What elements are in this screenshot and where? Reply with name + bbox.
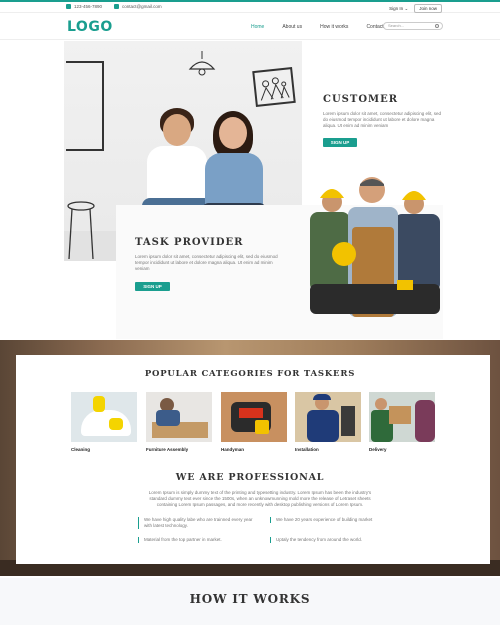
sketch-lamp-icon xyxy=(188,51,216,76)
category-handyman[interactable]: Handyman xyxy=(221,392,287,452)
email-contact[interactable]: contact@gmail.com xyxy=(114,4,162,9)
customer-description: Lorem ipsum dolor sit amet, consectetur … xyxy=(323,111,442,128)
header: LOGO Home About us How it works Contact … xyxy=(0,13,500,40)
nav-how-it-works[interactable]: How it works xyxy=(320,24,348,30)
workers-photo xyxy=(310,177,440,317)
join-now-button[interactable]: Join now xyxy=(414,4,442,13)
category-label: Cleaning xyxy=(71,447,91,452)
search-icon[interactable] xyxy=(435,24,439,28)
top-bar: 123-456-7890 contact@gmail.com Sign In ⌄… xyxy=(0,0,500,13)
contact-info: 123-456-7890 contact@gmail.com xyxy=(66,4,162,9)
furniture-image xyxy=(146,392,212,442)
category-label: Handyman xyxy=(221,447,245,452)
category-furniture-assembly[interactable]: Furniture Assembly xyxy=(146,392,212,452)
task-provider-signup-button[interactable]: SIGN UP xyxy=(135,282,170,291)
customer-title: CUSTOMER xyxy=(323,94,399,105)
sketch-picture-frame xyxy=(252,67,296,107)
sign-in-link[interactable]: Sign In ⌄ xyxy=(389,6,408,12)
search-placeholder: Search... xyxy=(388,23,405,28)
delivery-image xyxy=(369,392,435,442)
task-provider-title: TASK PROVIDER xyxy=(135,237,244,248)
cleaning-image xyxy=(71,392,137,442)
feature-item: We have high quality labe who are trainn… xyxy=(138,517,258,529)
sketch-stool xyxy=(67,201,95,260)
category-label: Installation xyxy=(295,447,319,452)
customer-signup-button[interactable]: SIGN UP xyxy=(323,138,357,147)
chevron-down-icon: ⌄ xyxy=(404,5,409,11)
sketch-frame-left xyxy=(66,61,104,151)
feature-item: We have 20 years experience of building … xyxy=(270,517,380,523)
category-label: Delivery xyxy=(369,447,387,452)
feature-item: Material from the top partner in market. xyxy=(138,537,258,543)
nav-about-us[interactable]: About us xyxy=(282,24,302,30)
logo[interactable]: LOGO xyxy=(67,19,113,35)
category-cleaning[interactable]: Cleaning xyxy=(71,392,137,452)
nav-contact[interactable]: Contact xyxy=(366,24,383,30)
search-input[interactable]: Search... xyxy=(383,22,443,30)
installation-image xyxy=(295,392,361,442)
account-links: Sign In ⌄ Join now xyxy=(389,4,442,13)
professional-title: WE ARE PROFESSIONAL xyxy=(175,472,325,483)
how-it-works-title: HOW IT WORKS xyxy=(189,592,311,606)
sketch-family-icon xyxy=(260,77,290,101)
handyman-image xyxy=(221,392,287,442)
category-delivery[interactable]: Delivery xyxy=(369,392,435,452)
category-label: Furniture Assembly xyxy=(146,447,189,452)
task-provider-description: Lorem ipsum dolor sit amet, consectetur … xyxy=(135,254,278,271)
phone-number: 123-456-7890 xyxy=(74,4,103,9)
email-address: contact@gmail.com xyxy=(122,4,162,9)
category-installation[interactable]: Installation xyxy=(295,392,361,452)
professional-description: Lorem Ipsum is simply dummy text of the … xyxy=(148,490,372,507)
mail-icon xyxy=(114,4,120,9)
nav-home[interactable]: Home xyxy=(251,24,264,30)
phone-icon xyxy=(66,4,71,9)
main-nav: Home About us How it works Contact xyxy=(251,24,384,30)
phone-contact[interactable]: 123-456-7890 xyxy=(66,4,102,9)
categories-title: POPULAR CATEGORIES FOR TASKERS xyxy=(144,369,356,379)
sign-in-label: Sign In xyxy=(389,5,404,11)
categories-card xyxy=(16,355,490,564)
feature-item: Uptaly the tendency from around the worl… xyxy=(270,537,380,543)
